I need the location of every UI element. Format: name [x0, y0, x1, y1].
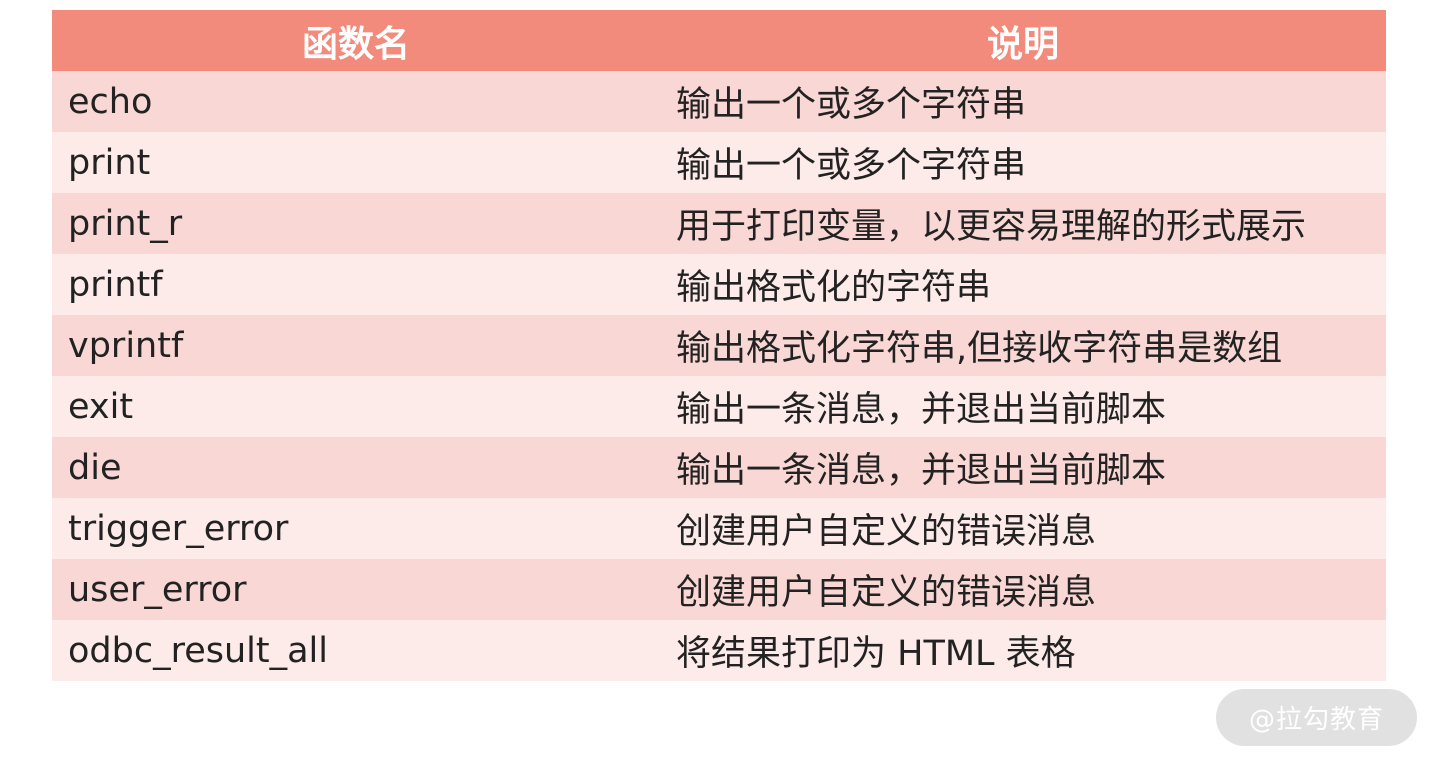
function-name-cell: user_error	[52, 559, 660, 620]
description-cell: 输出一条消息，并退出当前脚本	[660, 437, 1386, 498]
table-row: print 输出一个或多个字符串	[52, 132, 1386, 193]
function-name-cell: echo	[52, 71, 660, 132]
table-row: exit 输出一条消息，并退出当前脚本	[52, 376, 1386, 437]
description-cell: 输出一个或多个字符串	[660, 71, 1386, 132]
table-row: printf 输出格式化的字符串	[52, 254, 1386, 315]
function-name-cell: print_r	[52, 193, 660, 254]
function-name-cell: trigger_error	[52, 498, 660, 559]
function-name-cell: die	[52, 437, 660, 498]
function-name-cell: print	[52, 132, 660, 193]
description-cell: 创建用户自定义的错误消息	[660, 559, 1386, 620]
function-name-cell: odbc_result_all	[52, 620, 660, 681]
table-row: trigger_error 创建用户自定义的错误消息	[52, 498, 1386, 559]
table-row: echo 输出一个或多个字符串	[52, 71, 1386, 132]
description-cell: 将结果打印为 HTML 表格	[660, 620, 1386, 681]
function-table: 函数名 说明 echo 输出一个或多个字符串 print 输出一个或多个字符串 …	[52, 10, 1386, 681]
table-row: odbc_result_all 将结果打印为 HTML 表格	[52, 620, 1386, 681]
description-cell: 创建用户自定义的错误消息	[660, 498, 1386, 559]
table-row: user_error 创建用户自定义的错误消息	[52, 559, 1386, 620]
header-function-name: 函数名	[52, 10, 660, 71]
description-cell: 输出格式化字符串,但接收字符串是数组	[660, 315, 1386, 376]
table-row: print_r 用于打印变量，以更容易理解的形式展示	[52, 193, 1386, 254]
function-table-container: 函数名 说明 echo 输出一个或多个字符串 print 输出一个或多个字符串 …	[52, 10, 1386, 681]
table-row: die 输出一条消息，并退出当前脚本	[52, 437, 1386, 498]
function-name-cell: vprintf	[52, 315, 660, 376]
function-name-cell: exit	[52, 376, 660, 437]
description-cell: 输出一个或多个字符串	[660, 132, 1386, 193]
table-header-row: 函数名 说明	[52, 10, 1386, 71]
description-cell: 输出格式化的字符串	[660, 254, 1386, 315]
table-row: vprintf 输出格式化字符串,但接收字符串是数组	[52, 315, 1386, 376]
header-description: 说明	[660, 10, 1386, 71]
watermark-badge: @拉勾教育	[1216, 689, 1417, 746]
description-cell: 用于打印变量，以更容易理解的形式展示	[660, 193, 1386, 254]
function-name-cell: printf	[52, 254, 660, 315]
description-cell: 输出一条消息，并退出当前脚本	[660, 376, 1386, 437]
